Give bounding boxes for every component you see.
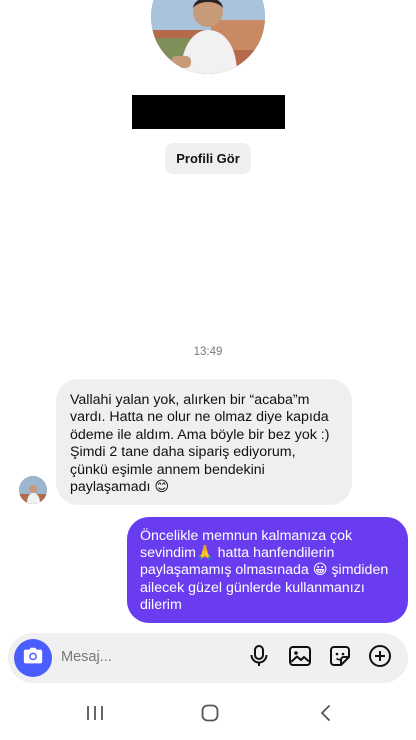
gallery-button[interactable] [287,645,313,671]
camera-button[interactable] [14,639,52,677]
system-navigation-bar [0,690,416,740]
home-icon [200,703,220,728]
message-timestamp: 13:49 [193,346,223,358]
back-icon [318,703,334,728]
sticker-icon [328,644,352,673]
outgoing-message-bubble[interactable]: Öncelikle memnun kalmanıza çok sevindim🙏… [127,517,408,623]
back-button[interactable] [314,704,338,726]
profile-photo[interactable] [151,0,265,74]
incoming-message-text: Vallahi yalan yok, alırken bir “acaba”m … [70,392,330,496]
smile-emoji: 😊 [154,479,170,496]
recent-apps-icon [85,704,105,727]
camera-icon [22,645,44,672]
microphone-icon [248,644,270,673]
sticker-button[interactable] [327,645,353,671]
home-button[interactable] [198,704,222,726]
grin-emoji: 😀 [312,562,328,579]
redacted-username [132,95,285,129]
message-composer: Mesaj... [8,633,408,683]
pray-emoji: 🙏 [195,545,214,562]
sender-avatar[interactable] [19,476,47,504]
microphone-button[interactable] [246,644,272,673]
view-profile-button[interactable]: Profili Gör [165,143,251,174]
add-icon [368,644,392,673]
message-input[interactable]: Mesaj... [61,649,112,665]
recent-apps-button[interactable] [83,704,107,726]
incoming-message-bubble[interactable]: Vallahi yalan yok, alırken bir “acaba”m … [56,379,352,505]
add-button[interactable] [367,644,393,673]
gallery-icon [288,644,312,673]
